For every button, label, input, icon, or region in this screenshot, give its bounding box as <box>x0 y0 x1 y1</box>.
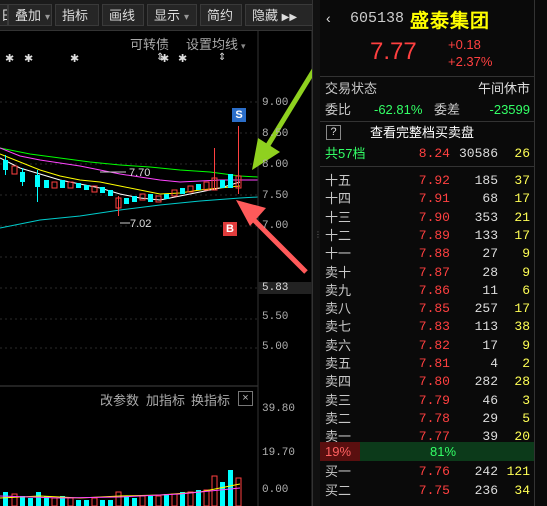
y-axis-label: 7.50 <box>262 190 289 202</box>
order-ratio-row: 委比 -62.81% 委差 -23599 <box>320 99 534 120</box>
price-change-pct: +2.37% <box>448 54 493 69</box>
y-axis-label: 8.00 <box>262 159 289 171</box>
weicha-label: 委差 <box>434 102 461 117</box>
current-price: 7.77 <box>370 38 417 65</box>
y-axis-label: 9.00 <box>262 97 289 109</box>
current-price-tag: 5.83 <box>258 282 312 294</box>
hide-label: 隐藏 <box>252 8 279 23</box>
draw-line-label: 画线 <box>109 8 136 23</box>
price-change: +0.18 <box>448 37 481 52</box>
bid-ratio-text: 19% <box>325 444 352 459</box>
chevron-down-icon: ▾ <box>184 12 190 23</box>
simple-button[interactable]: 简约 <box>200 4 242 26</box>
volume-y-label: 19.70 <box>262 447 296 459</box>
green-arrow <box>252 68 317 170</box>
toolbar-partial-button[interactable]: 日 <box>0 4 8 26</box>
high-price-label: 7.70 <box>129 167 150 179</box>
close-icon[interactable]: × <box>238 391 253 406</box>
sell-signal-badge[interactable]: S <box>232 108 246 122</box>
y-axis-label: 5.50 <box>262 311 289 323</box>
volume-bars <box>3 470 242 506</box>
total-volume: 30586 <box>458 146 498 161</box>
y-axis-label: 5.00 <box>262 341 289 353</box>
trade-status-row: 交易状态 午间休市 <box>320 78 534 99</box>
help-icon[interactable]: ? <box>326 125 341 140</box>
trade-status-label: 交易状态 <box>325 81 378 96</box>
overlay-label: 叠加 <box>15 8 42 23</box>
toolbar-partial-label: 日 <box>1 8 7 23</box>
draw-line-button[interactable]: 画线 <box>102 4 144 26</box>
bid-price: 7.75 <box>418 482 450 498</box>
indicator-button[interactable]: 指标 <box>55 4 99 26</box>
buy-signal-badge[interactable]: B <box>223 222 237 236</box>
bid-row[interactable]: 买二 7.75 236 34 <box>320 480 534 501</box>
divider <box>320 76 534 77</box>
display-label: 显示 <box>154 8 181 23</box>
weibi-value: -62.81% <box>374 102 423 117</box>
side-tab-strip[interactable] <box>534 0 547 506</box>
bid-count: 34 <box>514 482 530 498</box>
stock-code: 605138 <box>350 10 405 27</box>
display-button[interactable]: 显示 ▾ <box>147 4 197 26</box>
double-right-arrow-icon: ▶▶ <box>281 12 298 23</box>
divider <box>320 166 534 167</box>
volume-y-label: 39.80 <box>262 403 296 415</box>
change-params-link[interactable]: 改参数 <box>100 390 139 409</box>
bid-ask-ratio-bar: 19% 81% <box>320 442 534 461</box>
simple-label: 简约 <box>207 8 234 23</box>
ask-ratio-text: 81% <box>430 444 457 459</box>
weibi-label: 委比 <box>325 102 352 117</box>
add-indicator-link[interactable]: 加指标 <box>146 390 185 409</box>
red-arrow <box>236 200 308 274</box>
bid-volume: 236 <box>474 482 498 498</box>
full-orderbook-row[interactable]: ? 查看完整档买卖盘 <box>320 122 534 143</box>
chart-toolbar: 日 叠加▾ 指标 画线 显示▾ 简约 隐藏 ▶▶ <box>0 0 318 31</box>
bid-level-label: 买二 <box>325 482 352 498</box>
quote-panel: ‹ 605138 盛泰集团 7.77 +0.18 +2.37% 交易状态 午间休… <box>320 0 547 506</box>
y-axis-label: 7.00 <box>262 220 289 232</box>
switch-indicator-link[interactable]: 换指标 <box>191 390 230 409</box>
low-price-label: 7.02 <box>130 218 151 230</box>
total-count: 26 <box>514 146 530 161</box>
trade-status-value: 午间休市 <box>477 81 530 96</box>
full-orderbook-link[interactable]: 查看完整档买卖盘 <box>370 122 474 143</box>
back-icon[interactable]: ‹ <box>326 10 331 26</box>
stock-name: 盛泰集团 <box>410 11 491 32</box>
chevron-down-icon: ▾ <box>45 12 51 23</box>
hide-button[interactable]: 隐藏 ▶▶ <box>245 4 315 26</box>
volume-y-label: 0.00 <box>262 484 289 496</box>
weicha-value: -23599 <box>489 102 530 117</box>
total-levels-row: 共57档 8.24 30586 26 <box>320 143 534 164</box>
total-levels-label: 共57档 <box>325 146 366 161</box>
overlay-button[interactable]: 叠加 ▾ <box>8 4 52 26</box>
total-price: 8.24 <box>418 146 450 161</box>
y-axis-label: 8.50 <box>262 128 289 140</box>
indicator-label: 指标 <box>62 8 89 23</box>
candles <box>3 126 242 216</box>
